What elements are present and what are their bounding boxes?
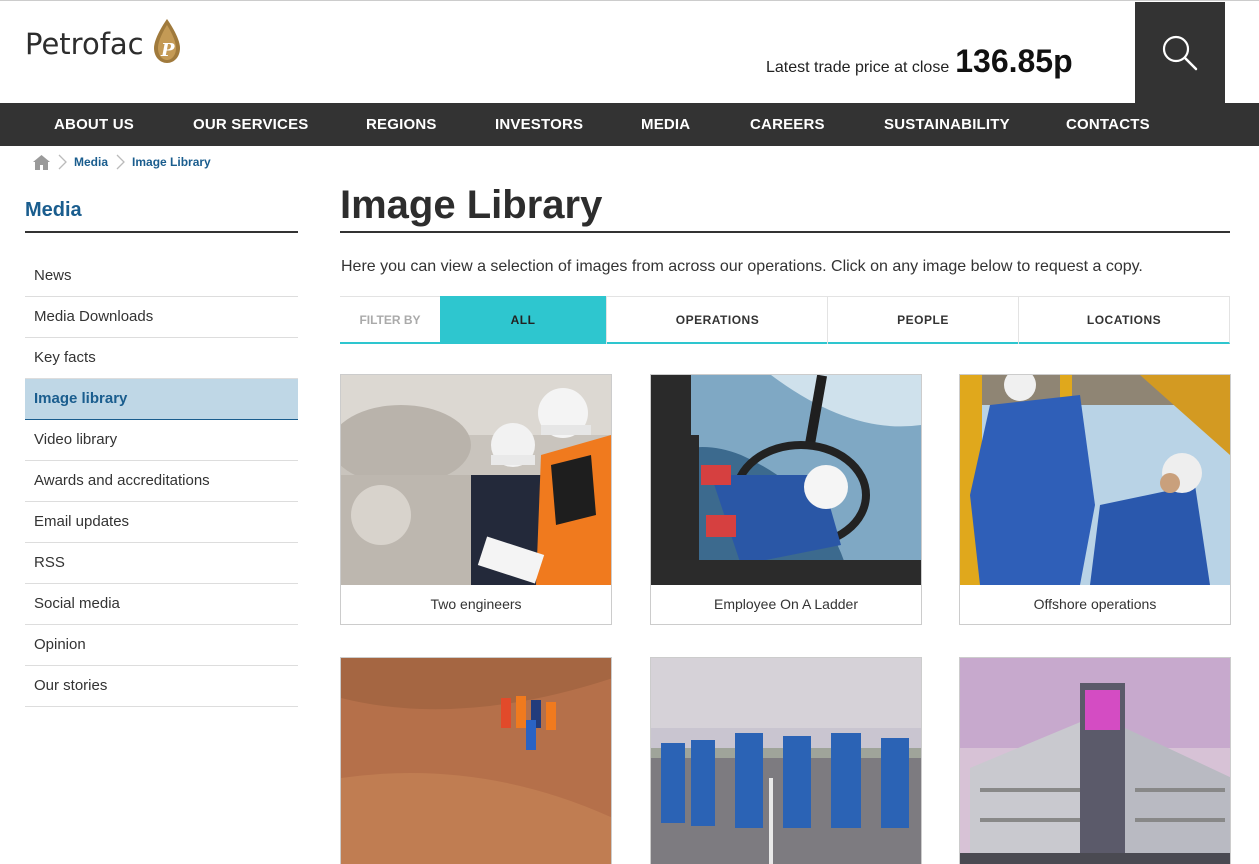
filter-tab-operations[interactable]: OPERATIONS (606, 296, 828, 344)
trade-price: Latest trade price at close 136.85p (766, 43, 1073, 80)
gallery-image-office-building[interactable] (959, 657, 1231, 864)
intro-text: Here you can view a selection of images … (341, 258, 1143, 275)
nav-sustainability[interactable]: SUSTAINABILITY (884, 103, 1010, 146)
filter-label: FILTER BY (359, 313, 421, 327)
svg-text:P: P (160, 40, 175, 61)
offshore-photo (960, 375, 1230, 585)
walking-photo (651, 658, 921, 864)
sidebar-item-our-stories[interactable]: Our stories (25, 666, 298, 707)
sidebar-item-social-media[interactable]: Social media (25, 584, 298, 625)
engineers-photo (341, 375, 611, 585)
nav-investors[interactable]: INVESTORS (495, 103, 583, 146)
main-nav: ABOUT US OUR SERVICES REGIONS INVESTORS … (0, 103, 1259, 146)
sidebar-item-image-library[interactable]: Image library (25, 379, 298, 420)
gallery-card[interactable]: Offshore operations (959, 374, 1231, 625)
nav-careers[interactable]: CAREERS (750, 103, 825, 146)
gallery-caption[interactable]: Employee On A Ladder (651, 585, 921, 624)
logo-text: Petrofac (25, 27, 144, 61)
gallery-caption[interactable]: Two engineers (341, 585, 611, 624)
gallery-card[interactable]: Employee On A Ladder (650, 374, 922, 625)
page-title: Image Library (340, 183, 1230, 233)
gallery-card[interactable]: Two engineers (340, 374, 612, 625)
building-photo (960, 658, 1230, 864)
search-icon (1162, 35, 1198, 71)
sidebar-item-news[interactable]: News (25, 256, 298, 297)
gallery-image-offshore-operations[interactable] (960, 375, 1230, 585)
nav-about-us[interactable]: ABOUT US (54, 103, 134, 146)
chevron-right-icon (116, 154, 125, 170)
filter-tab-all[interactable]: ALL (440, 296, 606, 344)
sidebar-title: Media (25, 199, 298, 233)
breadcrumb-media[interactable]: Media (74, 155, 108, 169)
home-icon[interactable] (33, 154, 50, 170)
nav-media[interactable]: MEDIA (641, 103, 690, 146)
sidebar-item-video-library[interactable]: Video library (25, 420, 298, 461)
filter-bar: FILTER BY ALL OPERATIONS PEOPLE LOCATION… (340, 296, 1230, 344)
ladder-photo (651, 375, 921, 585)
gallery-image-two-engineers[interactable] (341, 375, 611, 585)
gallery-caption[interactable]: Offshore operations (960, 585, 1230, 624)
field-photo (341, 658, 611, 864)
sidebar-item-rss[interactable]: RSS (25, 543, 298, 584)
trade-price-label: Latest trade price at close (766, 59, 950, 76)
gallery-image-team-walking[interactable] (650, 657, 922, 864)
breadcrumb-image-library[interactable]: Image Library (132, 155, 211, 169)
breadcrumb: Media Image Library (33, 153, 211, 171)
gallery-image-field-team[interactable] (340, 657, 612, 864)
filter-tab-people[interactable]: PEOPLE (827, 296, 1018, 344)
petrofac-logo[interactable]: Petrofac P (25, 19, 184, 65)
sidebar-nav: News Media Downloads Key facts Image lib… (25, 256, 298, 707)
site-header: Petrofac P Latest trade price at close 1… (0, 0, 1259, 104)
gallery-image-employee-ladder[interactable] (651, 375, 921, 585)
sidebar-item-media-downloads[interactable]: Media Downloads (25, 297, 298, 338)
sidebar-item-opinion[interactable]: Opinion (25, 625, 298, 666)
sidebar-item-awards[interactable]: Awards and accreditations (25, 461, 298, 502)
logo-drop-icon: P (153, 19, 180, 63)
filter-tab-locations[interactable]: LOCATIONS (1018, 296, 1229, 344)
nav-contacts[interactable]: CONTACTS (1066, 103, 1150, 146)
sidebar-item-key-facts[interactable]: Key facts (25, 338, 298, 379)
nav-our-services[interactable]: OUR SERVICES (193, 103, 309, 146)
search-button[interactable] (1135, 2, 1225, 104)
nav-regions[interactable]: REGIONS (366, 103, 437, 146)
sidebar-item-email-updates[interactable]: Email updates (25, 502, 298, 543)
chevron-right-icon (58, 154, 67, 170)
trade-price-value: 136.85p (955, 43, 1073, 79)
